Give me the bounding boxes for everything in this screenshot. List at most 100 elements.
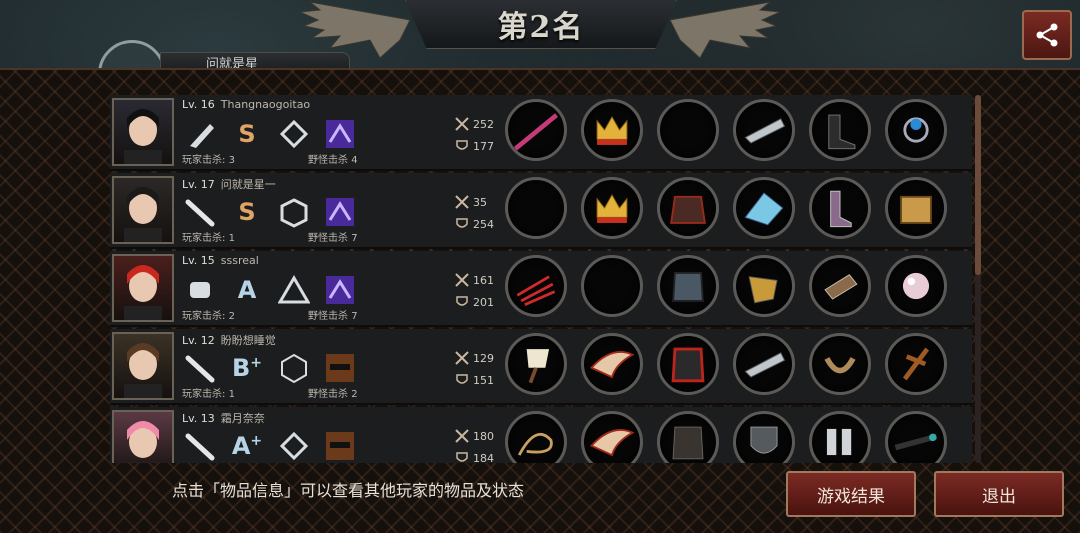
knee-guards-icon <box>826 428 852 456</box>
cube-emblem-icon <box>278 196 310 228</box>
item-slot[interactable] <box>657 177 719 239</box>
player-name: 问就是星一 <box>220 178 276 191</box>
defense-stat: 254 <box>455 213 494 235</box>
player-name: 霜月奈奈 <box>220 412 265 425</box>
item-slot[interactable] <box>505 177 567 239</box>
diamond-emblem-icon <box>278 430 310 462</box>
leather-armor-icon <box>672 426 704 460</box>
player-level: Lv. 16 <box>182 98 215 111</box>
rank-title-plate: 第2名 <box>405 0 677 49</box>
player-row[interactable]: Lv. 17 问就是星一 S 玩家击杀: 1 野怪击杀 7 35 254 <box>110 173 972 249</box>
item-slot[interactable] <box>733 99 795 161</box>
item-slot[interactable] <box>885 255 947 317</box>
winged-tiara-icon <box>589 351 635 379</box>
shield-stat-icon <box>456 374 468 384</box>
masked-face-icon <box>324 430 356 462</box>
left-wing-ornament <box>300 1 410 59</box>
kill-stats: 玩家击杀: 1 野怪击杀 7 <box>182 233 358 244</box>
spiked-gauntlet-icon <box>744 352 786 378</box>
item-slot[interactable] <box>809 255 871 317</box>
spiked-gauntlet-icon <box>744 118 786 144</box>
masked-face-icon <box>324 352 356 384</box>
item-slot[interactable] <box>885 177 947 239</box>
player-level: Lv. 13 <box>182 412 215 425</box>
diamond-emblem-icon <box>278 118 310 150</box>
player-portrait[interactable] <box>112 98 174 166</box>
steel-armor-icon <box>672 272 704 302</box>
red-claw-icon <box>516 275 556 306</box>
item-slot[interactable] <box>581 99 643 161</box>
item-slot[interactable] <box>733 255 795 317</box>
crossed-swords-icon <box>455 273 469 287</box>
share-button[interactable] <box>1022 10 1072 60</box>
item-slot[interactable] <box>657 255 719 317</box>
horseshoe-icon <box>824 356 856 374</box>
item-slot[interactable] <box>505 99 567 161</box>
gold-gauntlet-icon <box>748 276 778 304</box>
whip-icon <box>517 432 553 456</box>
item-slot[interactable] <box>809 411 871 463</box>
footer-hint: 点击「物品信息」可以查看其他玩家的物品及状态 <box>172 481 525 500</box>
bracer-icon <box>824 274 858 300</box>
fist-icon <box>184 274 216 306</box>
knife-icon <box>184 118 216 150</box>
player-row[interactable]: Lv. 15 sssreal A 玩家击杀: 2 野怪击杀 7 161 201 <box>110 251 972 327</box>
player-portrait[interactable] <box>112 410 174 463</box>
player-list[interactable]: Lv. 16 Thangnaogoitao S 玩家击杀: 3 野怪击杀 4 252 177… <box>110 95 972 463</box>
item-slot[interactable] <box>581 177 643 239</box>
player-level: Lv. 12 <box>182 334 215 347</box>
player-portrait[interactable] <box>112 254 174 322</box>
player-row[interactable]: Lv. 13霜月奈奈A+玩家击杀: 野怪击杀 180184 <box>110 407 972 463</box>
player-row[interactable]: Lv. 12 盼盼想睡觉 B+ 玩家击杀: 1 野怪击杀 2 129 151 <box>110 329 972 405</box>
shield-icon <box>750 426 778 454</box>
grade-badge: A+ <box>231 432 263 460</box>
item-slot[interactable] <box>885 333 947 395</box>
dark-armor-icon <box>670 195 706 224</box>
grade-badge: S <box>238 198 256 226</box>
player-level: Lv. 17 <box>182 178 215 191</box>
crossed-swords-icon <box>455 351 469 365</box>
bat-icon <box>184 352 216 384</box>
crossed-swords-icon <box>455 117 469 131</box>
item-slot[interactable] <box>733 177 795 239</box>
crown-icon <box>596 193 628 223</box>
game-result-button[interactable]: 游戏结果 <box>786 471 916 517</box>
item-slot[interactable] <box>809 177 871 239</box>
item-slot[interactable] <box>505 333 567 395</box>
item-slot[interactable] <box>885 411 947 463</box>
exit-button[interactable]: 退出 <box>934 471 1064 517</box>
crown-icon <box>596 115 628 145</box>
item-slot[interactable] <box>809 99 871 161</box>
item-slot[interactable] <box>809 333 871 395</box>
grade-badge: A <box>237 276 257 304</box>
crossed-swords-icon <box>455 429 469 443</box>
bat-icon <box>184 196 216 228</box>
player-row[interactable]: Lv. 16 Thangnaogoitao S 玩家击杀: 3 野怪击杀 4 252 177 <box>110 95 972 171</box>
player-level: Lv. 15 <box>182 254 215 267</box>
grade-badge: B+ <box>231 354 263 382</box>
item-slot[interactable] <box>505 411 567 463</box>
attack-stat: 35 <box>455 191 494 213</box>
defense-stat: 151 <box>455 369 494 391</box>
item-slot[interactable] <box>581 255 643 317</box>
item-slot[interactable] <box>581 411 643 463</box>
item-slot[interactable] <box>581 333 643 395</box>
item-slot[interactable] <box>505 255 567 317</box>
item-slot[interactable] <box>657 333 719 395</box>
item-slot[interactable] <box>657 411 719 463</box>
item-slot[interactable] <box>885 99 947 161</box>
defense-stat: 177 <box>455 135 494 157</box>
attack-stat: 180 <box>455 425 494 447</box>
attack-stat: 252 <box>455 113 494 135</box>
white-axe-icon <box>526 349 550 384</box>
rank-title: 第2名 <box>497 10 585 45</box>
item-slot[interactable] <box>657 99 719 161</box>
item-slot[interactable] <box>733 411 795 463</box>
scrollbar-thumb[interactable] <box>975 95 981 275</box>
player-portrait[interactable] <box>112 332 174 400</box>
kill-stats: 玩家击杀: 2 野怪击杀 7 <box>182 311 358 322</box>
attack-stat: 161 <box>455 269 494 291</box>
crossed-swords-icon <box>455 195 469 209</box>
item-slot[interactable] <box>733 333 795 395</box>
player-portrait[interactable] <box>112 176 174 244</box>
